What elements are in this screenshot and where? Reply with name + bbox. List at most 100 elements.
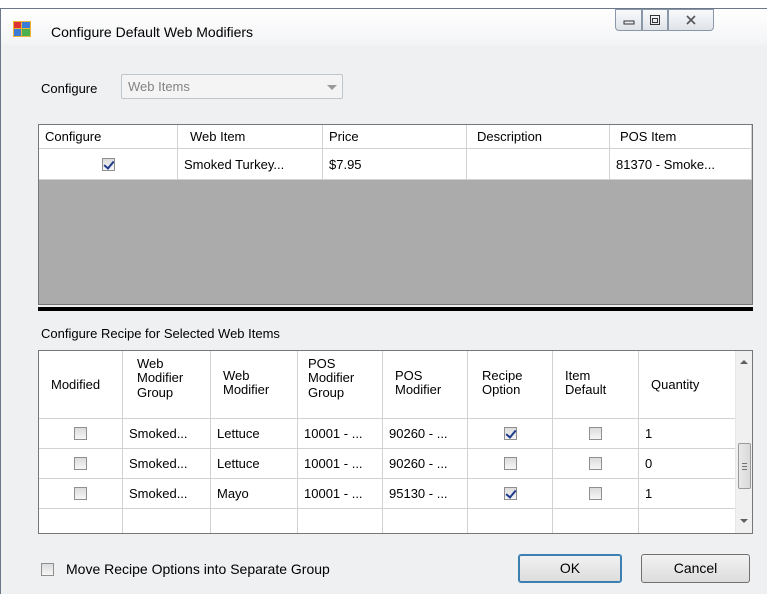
web-item-cell[interactable]: Smoked Turkey... xyxy=(178,149,323,180)
close-icon xyxy=(686,15,696,25)
partial-cell xyxy=(298,509,383,533)
pos-modifier-cell[interactable]: 90260 - ... xyxy=(383,449,468,479)
table-row[interactable]: Smoked Turkey... $7.95 81370 - Smoke... xyxy=(39,149,752,180)
partial-cell xyxy=(211,509,298,533)
pos-modifier-group-cell[interactable]: 10001 - ... xyxy=(298,449,383,479)
pos-modifier-cell[interactable]: 90260 - ... xyxy=(383,419,468,449)
grip-line xyxy=(742,466,747,467)
modified-checkbox[interactable] xyxy=(74,487,87,500)
column-header-web-item[interactable]: Web Item xyxy=(178,125,323,149)
modified-checkbox-cell[interactable] xyxy=(39,449,123,479)
column-header-modified[interactable]: Modified xyxy=(39,351,123,419)
price-cell[interactable]: $7.95 xyxy=(323,149,467,180)
column-header-description[interactable]: Description xyxy=(467,125,610,149)
cancel-button[interactable]: Cancel xyxy=(641,554,750,583)
recipe-option-checkbox-cell[interactable] xyxy=(468,479,553,509)
modified-checkbox[interactable] xyxy=(74,457,87,470)
recipe-option-checkbox[interactable] xyxy=(503,457,517,470)
move-recipe-options-label[interactable]: Move Recipe Options into Separate Group xyxy=(66,561,330,577)
column-header-recipe-option[interactable]: Recipe Option xyxy=(468,351,553,419)
grip-line xyxy=(742,469,747,470)
pos-item-cell[interactable]: 81370 - Smoke... xyxy=(610,149,752,180)
modified-checkbox[interactable] xyxy=(74,427,87,440)
quantity-cell[interactable]: 0 xyxy=(639,449,736,479)
scroll-up-icon[interactable] xyxy=(740,360,748,364)
table-row[interactable]: Smoked... Lettuce 10001 - ... 90260 - ..… xyxy=(39,449,736,479)
partial-cell xyxy=(639,509,736,533)
table-row[interactable]: Smoked... Lettuce 10001 - ... 90260 - ..… xyxy=(39,419,736,449)
recipe-option-checkbox-cell[interactable] xyxy=(468,419,553,449)
web-modifier-group-cell[interactable]: Smoked... xyxy=(123,449,211,479)
recipe-option-checkbox[interactable] xyxy=(503,487,517,500)
column-header-pos-item[interactable]: POS Item xyxy=(610,125,752,149)
table-row[interactable]: Smoked... Mayo 10001 - ... 95130 - ... 1 xyxy=(39,479,736,509)
web-modifier-cell[interactable]: Mayo xyxy=(211,479,298,509)
column-header-item-default[interactable]: Item Default xyxy=(553,351,639,419)
recipe-option-checkbox[interactable] xyxy=(503,427,517,440)
pos-modifier-group-cell[interactable]: 10001 - ... xyxy=(298,479,383,509)
recipe-grid[interactable]: Modified Web Modifier Group Web Modifier… xyxy=(38,350,753,534)
maximize-icon xyxy=(650,15,660,25)
title-bar: Configure Default Web Modifiers xyxy=(1,9,767,45)
move-recipe-options-checkbox[interactable] xyxy=(41,563,54,576)
vertical-scrollbar[interactable] xyxy=(735,351,752,533)
partial-cell xyxy=(39,509,123,533)
web-items-grid[interactable]: Configure Web Item Price Description POS… xyxy=(38,124,753,305)
configure-select-value: Web Items xyxy=(128,79,190,94)
partial-cell xyxy=(383,509,468,533)
web-modifier-cell[interactable]: Lettuce xyxy=(211,449,298,479)
close-button[interactable] xyxy=(668,9,714,31)
column-header-pos-modifier-group-text: POS Modifier Group xyxy=(308,356,355,400)
web-modifier-group-cell[interactable]: Smoked... xyxy=(123,419,211,449)
column-header-web-modifier[interactable]: Web Modifier xyxy=(211,351,298,419)
partial-cell xyxy=(553,509,639,533)
web-items-header: Configure Web Item Price Description POS… xyxy=(39,125,752,149)
column-header-pos-modifier-group[interactable]: POS Modifier Group xyxy=(298,351,383,419)
modified-checkbox-cell[interactable] xyxy=(39,479,123,509)
column-header-configure[interactable]: Configure xyxy=(39,125,178,149)
item-default-checkbox-cell[interactable] xyxy=(553,449,639,479)
item-default-checkbox-cell[interactable] xyxy=(553,419,639,449)
column-header-web-modifier-text: Web Modifier xyxy=(223,368,270,398)
minimize-icon xyxy=(623,20,634,25)
column-header-quantity[interactable]: Quantity xyxy=(639,351,736,419)
pos-modifier-cell[interactable]: 95130 - ... xyxy=(383,479,468,509)
configure-checkbox[interactable] xyxy=(101,157,115,171)
configure-label: Configure xyxy=(41,81,98,96)
description-cell[interactable] xyxy=(467,149,610,180)
column-header-item-default-text: Item Default xyxy=(565,368,607,398)
recipe-header: Modified Web Modifier Group Web Modifier… xyxy=(39,351,736,419)
column-header-recipe-option-text: Recipe Option xyxy=(482,368,523,398)
scroll-down-icon[interactable] xyxy=(740,519,748,523)
ok-button[interactable]: OK xyxy=(518,554,622,583)
item-default-checkbox-cell[interactable] xyxy=(553,479,639,509)
grid-splitter[interactable] xyxy=(38,307,753,311)
partial-cell xyxy=(123,509,211,533)
column-header-pos-modifier-text: POS Modifier xyxy=(395,368,442,398)
recipe-section-label: Configure Recipe for Selected Web Items xyxy=(41,326,280,341)
column-header-pos-modifier[interactable]: POS Modifier xyxy=(383,351,468,419)
app-window-icon xyxy=(13,21,31,37)
item-default-checkbox[interactable] xyxy=(589,427,602,440)
chevron-down-icon xyxy=(327,85,337,90)
column-header-price[interactable]: Price xyxy=(323,125,467,149)
quantity-cell[interactable]: 1 xyxy=(639,419,736,449)
table-row-partial[interactable] xyxy=(39,509,736,533)
minimize-button[interactable] xyxy=(615,9,642,31)
item-default-checkbox[interactable] xyxy=(589,457,602,470)
configure-select[interactable]: Web Items xyxy=(121,74,343,99)
item-default-checkbox[interactable] xyxy=(589,487,602,500)
column-header-web-modifier-group-text: Web Modifier Group xyxy=(137,356,184,400)
dialog-window: Configure Default Web Modifiers Configur… xyxy=(0,8,767,594)
maximize-button[interactable] xyxy=(642,9,668,31)
recipe-option-checkbox-cell[interactable] xyxy=(468,449,553,479)
pos-modifier-group-cell[interactable]: 10001 - ... xyxy=(298,419,383,449)
web-modifier-group-cell[interactable]: Smoked... xyxy=(123,479,211,509)
column-header-web-modifier-group[interactable]: Web Modifier Group xyxy=(123,351,211,419)
configure-checkbox-cell[interactable] xyxy=(39,149,178,180)
web-modifier-cell[interactable]: Lettuce xyxy=(211,419,298,449)
partial-cell xyxy=(468,509,553,533)
quantity-cell[interactable]: 1 xyxy=(639,479,736,509)
modified-checkbox-cell[interactable] xyxy=(39,419,123,449)
scrollbar-thumb[interactable] xyxy=(738,443,751,489)
